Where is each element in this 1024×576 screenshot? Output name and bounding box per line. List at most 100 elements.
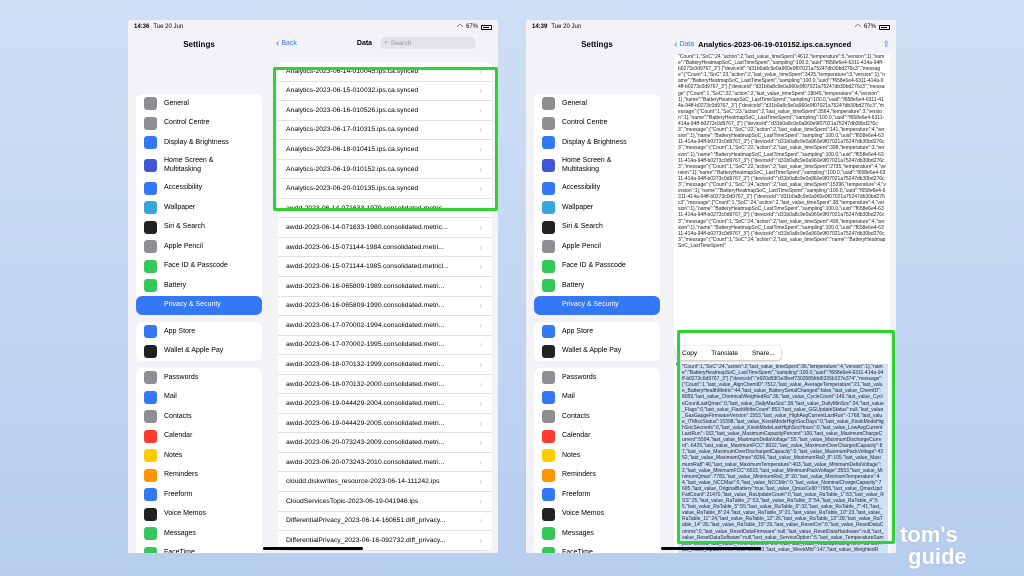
- chevron-right-icon: ›: [479, 223, 482, 233]
- sidebar-item-face-id-passcode[interactable]: Face ID & Passcode: [534, 257, 660, 277]
- selected-text-region[interactable]: "Count":1,"SoC":24,"action":2,"last_valu…: [678, 364, 888, 553]
- search-input[interactable]: ⌕ Search: [380, 37, 477, 49]
- sidebar-item-apple-pencil[interactable]: Apple Pencil: [136, 237, 262, 257]
- sidebar-item-label: Wallet & Apple Pay: [562, 347, 622, 355]
- sidebar-item-contacts[interactable]: Contacts: [136, 407, 262, 427]
- sidebar-item-label: Apple Pencil: [164, 242, 203, 250]
- list-item[interactable]: Analytics-2023-06-18-010415.ips.ca.synce…: [278, 140, 492, 160]
- file-name: awdd-2023-06-16-065809-1989.consolidated…: [286, 282, 445, 290]
- sidebar-item-label: Calendar: [562, 432, 591, 440]
- sidebar-item-passwords[interactable]: Passwords: [534, 368, 660, 388]
- list-item[interactable]: awdd-2023-06-15-071144-1984.consolidated…: [278, 238, 492, 258]
- sidebar-item-wallet-apple-pay[interactable]: Wallet & Apple Pay: [136, 342, 262, 362]
- sidebar-item-home-screen-multitasking[interactable]: Home Screen & Multitasking: [136, 153, 262, 179]
- list-item[interactable]: awdd-2023-06-15-071144-1985.consolidated…: [278, 257, 492, 278]
- sidebar-item-app-store[interactable]: App Store: [136, 322, 262, 342]
- sidebar-item-reminders[interactable]: Reminders: [136, 466, 262, 486]
- context-menu-share[interactable]: Share...: [752, 350, 775, 357]
- list-item[interactable]: Analytics-2023-06-19-010152.ips.ca.synce…: [278, 160, 492, 180]
- sidebar-item-voice-memos[interactable]: Voice Memos: [136, 505, 262, 525]
- list-item[interactable]: awdd-2023-06-16-065809-1990.consolidated…: [278, 297, 492, 317]
- sidebar-item-reminders[interactable]: Reminders: [534, 466, 660, 486]
- sidebar-groups: General Control Centre Display & Brightnes…: [526, 94, 668, 553]
- sidebar-item-notes[interactable]: Notes: [136, 446, 262, 466]
- share-icon[interactable]: ⇪: [882, 39, 890, 50]
- sidebar-item-accessibility[interactable]: Accessibility: [534, 179, 660, 199]
- chevron-right-icon: ›: [479, 203, 482, 213]
- sidebar-item-messages[interactable]: Messages: [534, 524, 660, 544]
- list-item[interactable]: Analytics-2023-06-17-010315.ips.ca.synce…: [278, 121, 492, 141]
- sidebar-item-passwords[interactable]: Passwords: [136, 368, 262, 388]
- list-item[interactable]: cloudd.diskwrites_resource-2023-06-14-11…: [278, 472, 492, 493]
- sidebar-item-mail[interactable]: Mail: [136, 388, 262, 408]
- list-item[interactable]: Analytics-2023-06-20-010135.ips.ca.synce…: [278, 179, 492, 199]
- list-item[interactable]: awdd-2023-06-18-070132-2000.consolidated…: [278, 375, 492, 395]
- list-item[interactable]: awdd-2023-06-19-044429-2004.consolidated…: [278, 394, 492, 414]
- sidebar-item-privacy-security[interactable]: Privacy & Security: [136, 295, 262, 315]
- list-item[interactable]: awdd-2023-06-17-070002-1994.consolidated…: [278, 316, 492, 336]
- back-button[interactable]: ‹ Back: [276, 38, 297, 49]
- sidebar-item-general[interactable]: General: [136, 94, 262, 114]
- back-label: Back: [281, 39, 297, 47]
- sidebar-item-display-brightness[interactable]: Display & Brightness: [136, 133, 262, 153]
- back-button[interactable]: ‹ Data: [674, 39, 694, 50]
- sidebar-item-calendar[interactable]: Calendar: [534, 427, 660, 447]
- sidebar-item-app-store[interactable]: App Store: [534, 322, 660, 342]
- facetime-icon: [144, 546, 157, 553]
- list-item[interactable]: Analytics-2023-06-14-010045.ips.ca.synce…: [278, 62, 492, 82]
- list-item[interactable]: awdd-2023-06-14-071633-1980.consolidated…: [278, 218, 492, 238]
- list-item[interactable]: awdd-2023-06-16-065809-1989.consolidated…: [278, 277, 492, 297]
- list-item[interactable]: Analytics-2023-06-15-010032.ips.ca.synce…: [278, 82, 492, 102]
- sidebar-item-label: Calendar: [164, 432, 193, 440]
- sidebar-item-privacy-security[interactable]: Privacy & Security: [534, 295, 660, 315]
- list-item[interactable]: DifferentialPrivacy_2023-06-14-160651.di…: [278, 512, 492, 532]
- list-item[interactable]: awdd-2023-06-19-044429-2005.consolidated…: [278, 414, 492, 434]
- sidebar-item-general[interactable]: General: [534, 94, 660, 114]
- sidebar-item-notes[interactable]: Notes: [534, 446, 660, 466]
- sidebar-item-facetime[interactable]: FaceTime: [136, 544, 262, 553]
- list-item[interactable]: awdd-2023-06-20-073243-2009.consolidated…: [278, 433, 492, 453]
- sidebar-item-display-brightness[interactable]: Display & Brightness: [534, 133, 660, 153]
- messages-icon: [144, 527, 157, 541]
- context-menu-translate[interactable]: Translate: [711, 350, 738, 357]
- sidebar-item-home-screen-multitasking[interactable]: Home Screen & Multitasking: [534, 153, 660, 179]
- sidebar-item-calendar[interactable]: Calendar: [136, 427, 262, 447]
- selection-start-handle[interactable]: [676, 362, 680, 366]
- sidebar-item-messages[interactable]: Messages: [136, 524, 262, 544]
- contacts-icon: [542, 410, 555, 424]
- sidebar-item-face-id-passcode[interactable]: Face ID & Passcode: [136, 257, 262, 277]
- sidebar-item-apple-pencil[interactable]: Apple Pencil: [534, 237, 660, 257]
- sidebar-item-control-centre[interactable]: Control Centre: [534, 114, 660, 134]
- sidebar-item-control-centre[interactable]: Control Centre: [136, 114, 262, 134]
- sidebar-item-siri-search[interactable]: Siri & Search: [136, 218, 262, 238]
- sidebar-item-wallet-apple-pay[interactable]: Wallet & Apple Pay: [534, 342, 660, 362]
- list-item[interactable]: awdd-2023-06-18-070132-1999.consolidated…: [278, 355, 492, 375]
- sidebar-item-wallpaper[interactable]: Wallpaper: [136, 198, 262, 218]
- sidebar-item-label: Privacy & Security: [562, 301, 619, 309]
- log-text-view[interactable]: "Count":1,"SoC":24,"action":2,"last_valu…: [674, 54, 890, 553]
- sidebar-item-mail[interactable]: Mail: [534, 388, 660, 408]
- sidebar-item-contacts[interactable]: Contacts: [534, 407, 660, 427]
- file-name: awdd-2023-06-16-065809-1990.consolidated…: [286, 302, 445, 310]
- sidebar-item-voice-memos[interactable]: Voice Memos: [534, 505, 660, 525]
- list-item[interactable]: awdd-2023-06-14-071633-1979.consolidated…: [278, 199, 492, 219]
- sidebar-item-siri-search[interactable]: Siri & Search: [534, 218, 660, 238]
- chevron-right-icon: ›: [479, 418, 482, 428]
- chevron-right-icon: ›: [479, 105, 482, 115]
- hand-icon: [542, 298, 555, 312]
- sidebar-item-wallpaper[interactable]: Wallpaper: [534, 198, 660, 218]
- page-title: Data: [356, 39, 373, 47]
- list-item[interactable]: awdd-2023-06-20-073243-2010.consolidated…: [278, 453, 492, 473]
- sidebar-item-freeform[interactable]: Freeform: [534, 485, 660, 505]
- sidebar-item-battery[interactable]: Battery: [136, 276, 262, 296]
- grid-icon: [542, 159, 555, 172]
- list-item[interactable]: Analytics-2023-06-16-010526.ips.ca.synce…: [278, 101, 492, 121]
- sidebar-item-battery[interactable]: Battery: [534, 276, 660, 296]
- sidebar-item-freeform[interactable]: Freeform: [136, 485, 262, 505]
- sidebar-item-accessibility[interactable]: Accessibility: [136, 179, 262, 199]
- list-item[interactable]: awdd-2023-06-17-070002-1995.consolidated…: [278, 336, 492, 356]
- siri-icon: [144, 220, 157, 234]
- context-menu-copy[interactable]: Copy: [682, 350, 697, 357]
- list-item[interactable]: CloudServicesTopic-2023-06-19-041946.ips…: [278, 492, 492, 512]
- sidebar-item-facetime[interactable]: FaceTime: [534, 544, 660, 553]
